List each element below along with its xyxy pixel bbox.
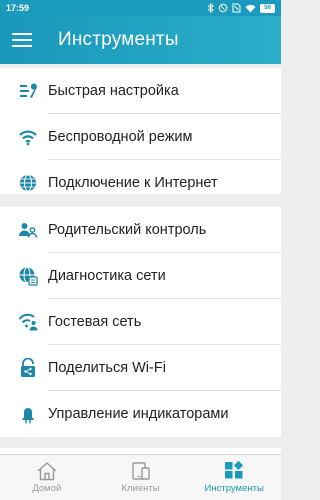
internet-connection-label: Подключение к Интернет <box>48 175 218 191</box>
network-diagnostics-item[interactable]: Диагностика сети <box>0 253 281 299</box>
globe-icon <box>18 173 38 193</box>
nav-clients-label: Клиенты <box>121 483 160 494</box>
parental-control-item[interactable]: Родительский контроль <box>0 207 281 253</box>
tools-list[interactable]: Быстрая настройка Беспроводной режим Под… <box>0 64 281 454</box>
bottom-nav: Домой Клиенты Инструменты <box>0 454 281 500</box>
menu-group-1: Быстрая настройка Беспроводной режим Под… <box>0 68 281 194</box>
network-diagnostics-label: Диагностика сети <box>48 268 166 284</box>
hamburger-menu-icon[interactable] <box>0 16 44 64</box>
menu-group-2: Родительский контроль Диагностика сети Г… <box>0 207 281 437</box>
nav-tools-label: Инструменты <box>204 483 264 494</box>
led-control-icon <box>18 404 38 424</box>
led-control-label: Управление индикаторами <box>48 406 229 422</box>
network-diagnostics-icon <box>18 266 38 286</box>
quick-setup-item[interactable]: Быстрая настройка <box>0 68 281 114</box>
nav-clients[interactable]: Клиенты <box>94 455 188 500</box>
battery-level: 56 <box>264 5 271 11</box>
parental-control-label: Родительский контроль <box>48 222 207 238</box>
devices-icon <box>130 461 152 483</box>
wifi-icon <box>18 127 38 147</box>
status-icons: 56 <box>207 3 275 13</box>
guest-network-icon <box>18 312 38 332</box>
led-control-item[interactable]: Управление индикаторами <box>0 391 281 437</box>
status-time: 17:59 <box>6 3 30 13</box>
sim-icon <box>232 3 241 13</box>
quick-setup-icon <box>18 81 38 101</box>
status-bar: 17:59 56 <box>0 0 281 16</box>
share-wifi-item[interactable]: Поделиться Wi-Fi <box>0 345 281 391</box>
wireless-mode-item[interactable]: Беспроводной режим <box>0 114 281 160</box>
share-wifi-icon <box>18 358 38 378</box>
bluetooth-icon <box>207 3 214 13</box>
guest-network-label: Гостевая сеть <box>48 314 142 330</box>
battery-icon: 56 <box>260 3 275 13</box>
home-icon <box>36 461 58 483</box>
app-bar: Инструменты <box>0 16 281 64</box>
nav-home-label: Домой <box>32 483 62 494</box>
page-title: Инструменты <box>58 29 179 50</box>
wireless-mode-label: Беспроводной режим <box>48 129 193 145</box>
share-wifi-label: Поделиться Wi-Fi <box>48 360 166 376</box>
wifi-icon <box>245 4 256 13</box>
parental-control-icon <box>18 220 38 240</box>
nav-tools[interactable]: Инструменты <box>187 455 281 500</box>
muted-icon <box>218 3 228 13</box>
internet-connection-item[interactable]: Подключение к Интернет <box>0 160 281 194</box>
tools-icon <box>223 461 245 483</box>
quick-setup-label: Быстрая настройка <box>48 83 179 99</box>
guest-network-item[interactable]: Гостевая сеть <box>0 299 281 345</box>
nav-home[interactable]: Домой <box>0 455 94 500</box>
